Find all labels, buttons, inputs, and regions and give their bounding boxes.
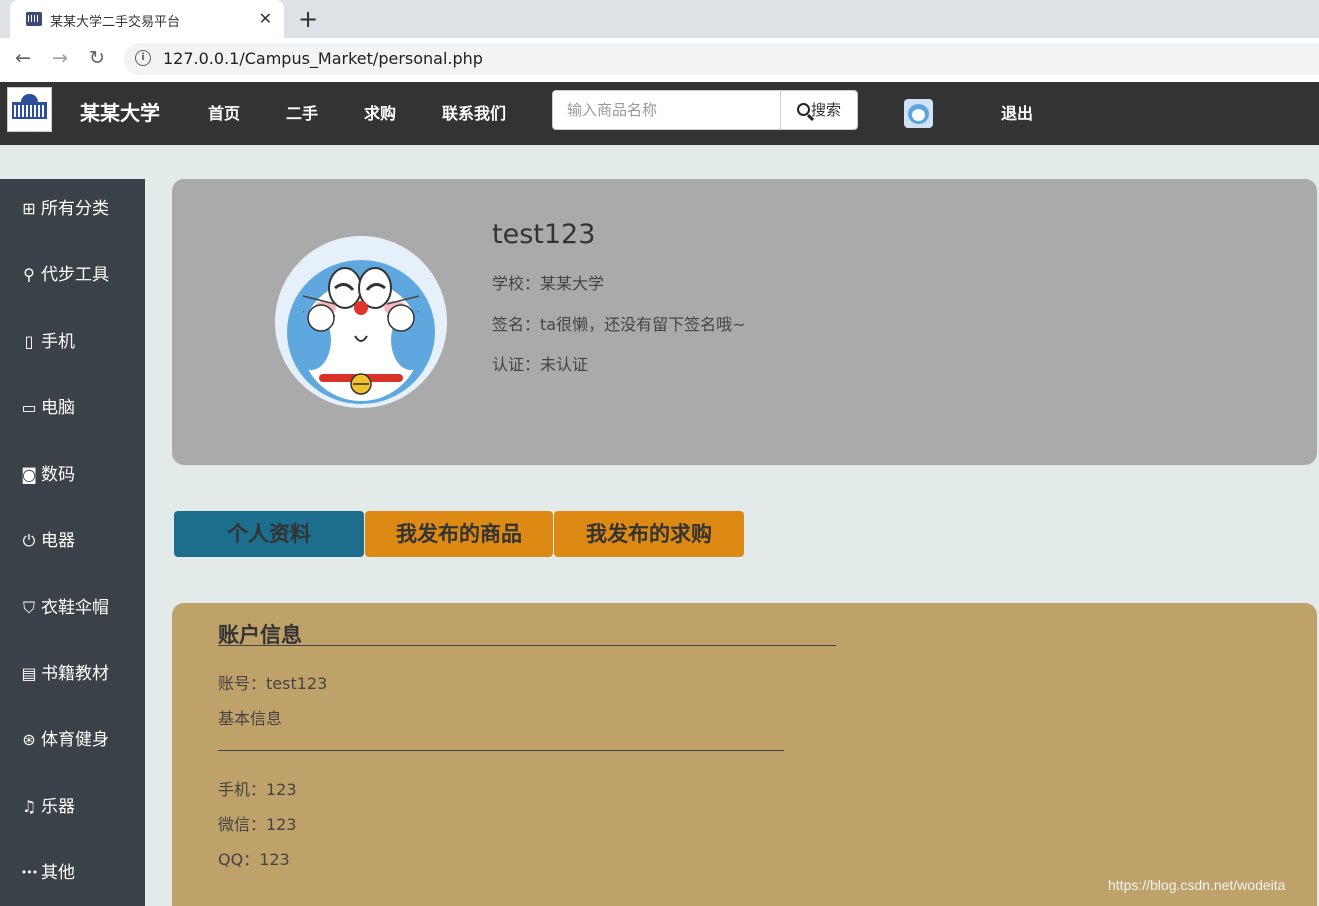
sidebar-item-transport[interactable]: ⚲ 代步工具 <box>17 262 109 288</box>
tab-personal-info[interactable]: 个人资料 <box>174 511 364 557</box>
sidebar-item-appliance[interactable]: ⏻ 电器 <box>17 528 75 554</box>
tab-my-requests[interactable]: 我发布的求购 <box>554 511 744 557</box>
sidebar-item-label: 体育健身 <box>41 730 109 750</box>
profile-username: test123 <box>492 219 596 250</box>
verify-value: 未认证 <box>540 355 589 374</box>
search-button[interactable]: 搜索 <box>780 90 858 130</box>
profile-school: 学校：某某大学 <box>492 270 604 294</box>
nav-secondhand[interactable]: 二手 <box>286 100 318 124</box>
title-divider <box>218 645 836 646</box>
watermark: https://blog.csdn.net/wodeita <box>1108 877 1286 893</box>
tab-my-items[interactable]: 我发布的商品 <box>365 511 553 557</box>
new-tab-button[interactable]: + <box>298 5 318 33</box>
nav-wanted[interactable]: 求购 <box>364 100 396 124</box>
site-favicon-icon <box>26 12 42 26</box>
site-info-icon[interactable]: i <box>135 50 151 66</box>
shirt-icon: ⛉ <box>22 598 35 617</box>
browser-tab-title: 某某大学二手交易平台 <box>50 15 181 30</box>
plug-icon: ⏻ <box>22 531 36 550</box>
signature-value: ta很懒，还没有留下签名哦~ <box>540 315 746 334</box>
sidebar-item-clothing[interactable]: ⛉ 衣鞋伞帽 <box>17 595 109 621</box>
guitar-icon: ♫ <box>21 797 37 816</box>
site-header: 某某大学 首页 二手 求购 联系我们 搜索 退出 <box>0 82 1319 145</box>
sidebar-item-label: 手机 <box>41 332 75 352</box>
sidebar-item-computer[interactable]: ▭ 电脑 <box>17 395 75 421</box>
sidebar-item-label: 书籍教材 <box>41 664 109 684</box>
camera-icon: ◙ <box>21 465 37 484</box>
url-field[interactable]: i 127.0.0.1/Campus_Market/personal.php <box>124 43 1319 75</box>
basic-info-heading: 基本信息 <box>218 709 283 728</box>
profile-verification: 认证：未认证 <box>492 351 588 375</box>
profile-avatar <box>275 236 447 408</box>
university-logo[interactable] <box>7 87 52 132</box>
reload-icon[interactable]: ↻ <box>89 47 105 69</box>
section-divider <box>218 750 784 751</box>
sidebar-item-label: 其他 <box>41 863 75 883</box>
browser-tab-strip: 某某大学二手交易平台 ✕ + <box>0 0 1319 38</box>
school-label: 学校： <box>492 274 541 293</box>
sidebar-item-all[interactable]: ⊞ 所有分类 <box>17 196 109 222</box>
school-value: 某某大学 <box>540 274 605 293</box>
forward-icon[interactable]: → <box>52 47 68 69</box>
sidebar-item-label: 衣鞋伞帽 <box>41 598 109 618</box>
back-icon[interactable]: ← <box>15 47 31 69</box>
verify-label: 认证： <box>492 355 541 374</box>
address-bar: ← → ↻ i 127.0.0.1/Campus_Market/personal… <box>0 38 1319 82</box>
nav-contact[interactable]: 联系我们 <box>442 100 506 124</box>
account-id: 账号：test123 <box>218 674 328 693</box>
monitor-icon: ▭ <box>21 398 37 417</box>
search-input[interactable] <box>552 90 781 130</box>
search-button-label: 搜索 <box>810 101 841 119</box>
qq-value: QQ：123 <box>218 850 290 869</box>
profile-card: test123 学校：某某大学 签名：ta很懒，还没有留下签名哦~ 认证：未认证 <box>172 179 1317 465</box>
sidebar-item-label: 电脑 <box>41 398 75 418</box>
nav-home[interactable]: 首页 <box>208 100 240 124</box>
category-sidebar: ⊞ 所有分类 ⚲ 代步工具 ▯ 手机 ▭ 电脑 ◙ 数码 ⏻ 电器 ⛉ 衣鞋伞帽 ▤ 书籍教材 … <box>0 179 145 906</box>
close-tab-icon[interactable]: ✕ <box>259 9 272 28</box>
account-info-panel: 账户信息 账号：test123 基本信息 手机：123 微信：123 QQ：12… <box>172 603 1317 906</box>
book-icon: ▤ <box>21 664 37 683</box>
more-icon: ••• <box>20 866 38 879</box>
sidebar-item-books[interactable]: ▤ 书籍教材 <box>17 661 109 687</box>
sidebar-item-phone[interactable]: ▯ 手机 <box>17 329 75 355</box>
basketball-icon: ⊛ <box>22 730 36 749</box>
sidebar-item-label: 乐器 <box>41 797 75 817</box>
sidebar-item-other[interactable]: ••• 其他 <box>17 860 75 886</box>
search-icon <box>796 103 810 116</box>
sidebar-item-label: 数码 <box>41 465 75 485</box>
signature-label: 签名： <box>492 315 541 334</box>
sidebar-item-sports[interactable]: ⊛ 体育健身 <box>17 727 109 753</box>
sidebar-item-digital[interactable]: ◙ 数码 <box>17 462 75 488</box>
wechat-value: 微信：123 <box>218 815 297 834</box>
url-text: 127.0.0.1/Campus_Market/personal.php <box>163 49 483 68</box>
site-brand[interactable]: 某某大学 <box>80 97 160 126</box>
user-avatar[interactable] <box>904 99 933 128</box>
bicycle-icon: ⚲ <box>23 265 35 284</box>
doraemon-avatar-icon <box>275 236 447 408</box>
grid-icon: ⊞ <box>22 199 36 218</box>
sidebar-item-label: 所有分类 <box>41 199 109 219</box>
sidebar-item-label: 代步工具 <box>41 265 109 285</box>
sidebar-item-instruments[interactable]: ♫ 乐器 <box>17 794 75 820</box>
phone-icon: ▯ <box>24 332 34 351</box>
sidebar-item-label: 电器 <box>41 531 75 551</box>
logout-link[interactable]: 退出 <box>1001 100 1033 124</box>
browser-tab[interactable]: 某某大学二手交易平台 ✕ <box>10 0 284 38</box>
profile-signature: 签名：ta很懒，还没有留下签名哦~ <box>492 311 746 335</box>
phone-value: 手机：123 <box>218 780 297 799</box>
